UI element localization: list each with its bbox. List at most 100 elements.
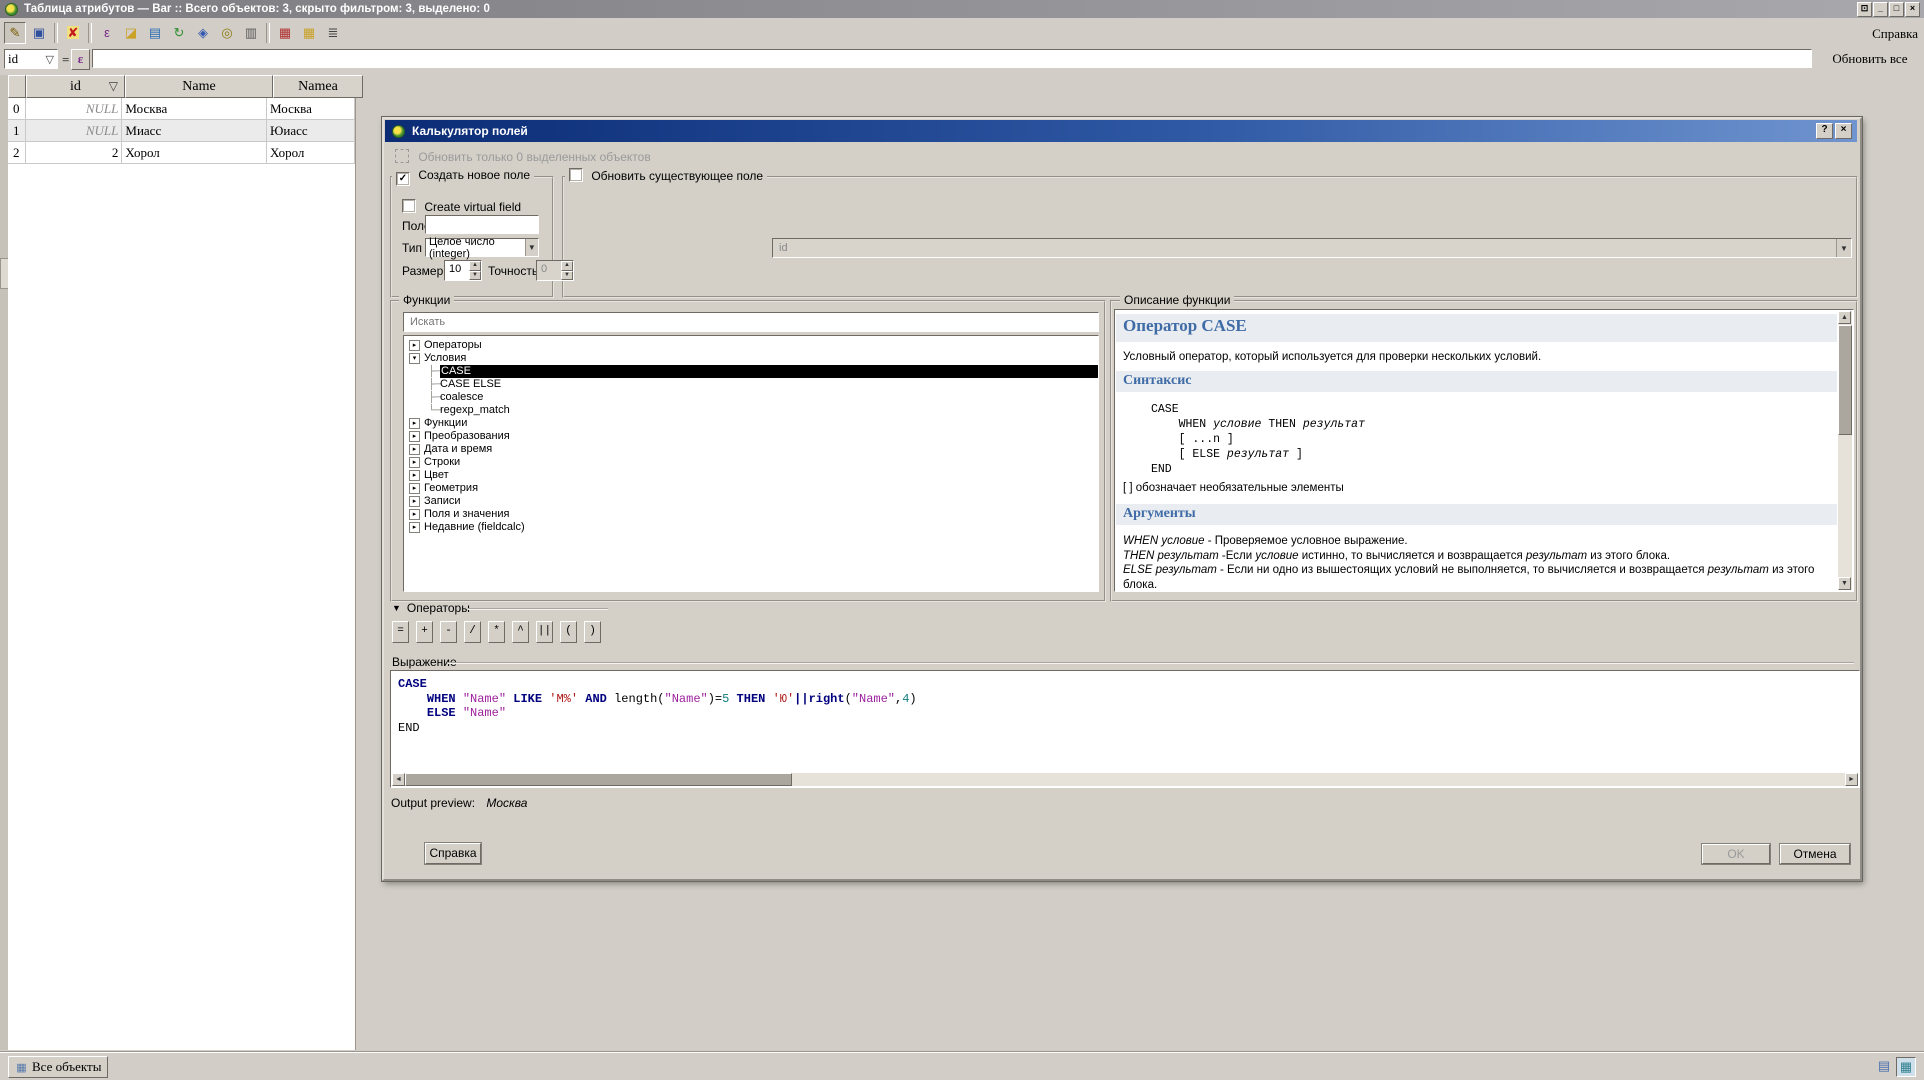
cell[interactable]: 0 (8, 98, 26, 120)
operator-button-/[interactable]: / (464, 621, 481, 643)
expand-icon[interactable]: ▸ (409, 340, 420, 351)
tree-item-функции[interactable]: ▸Функции (404, 417, 1098, 430)
cell[interactable]: Юиасс (267, 120, 355, 142)
cell[interactable]: Хорол (122, 142, 267, 164)
operator-button--[interactable]: - (440, 621, 457, 643)
minimize-window-button[interactable]: _ (1873, 2, 1888, 17)
operator-button-*[interactable]: * (488, 621, 505, 643)
scroll-up-icon[interactable]: ▲ (1838, 311, 1851, 324)
scroll-left-icon[interactable]: ◄ (392, 773, 405, 786)
expand-icon[interactable]: ▸ (409, 522, 420, 533)
expression-filter-button[interactable]: ε (71, 49, 90, 70)
select-by-expression-button[interactable]: ε (96, 22, 118, 44)
create-virtual-field-checkbox[interactable]: Create virtual field (402, 199, 521, 214)
function-search-input[interactable] (403, 312, 1099, 332)
filter-column-combo[interactable]: id ▽ (4, 49, 58, 69)
new-column-button[interactable]: ▦ (298, 22, 320, 44)
collapse-icon[interactable]: ▾ (409, 353, 420, 364)
dialog-help-icon[interactable]: ? (1816, 123, 1833, 139)
operator-button-||[interactable]: || (536, 621, 553, 643)
expression-editor[interactable]: CASE WHEN "Name" LIKE 'М%' AND length("N… (390, 670, 1860, 788)
spin-up-icon[interactable]: ▲ (469, 261, 481, 271)
form-view-icon[interactable]: ▤ (1875, 1057, 1893, 1075)
tree-item-case-else[interactable]: ├─CASE ELSE (404, 378, 1098, 391)
column-header-id[interactable]: id▽ (26, 75, 125, 98)
field-size-spinner[interactable]: 10 ▲▼ (444, 260, 482, 281)
operator-button-^[interactable]: ^ (512, 621, 529, 643)
invert-selection-button[interactable]: ↻ (168, 22, 190, 44)
help-menu[interactable]: Справка (1872, 26, 1918, 42)
expand-icon[interactable]: ▸ (409, 457, 420, 468)
table-row[interactable]: 1NULLМиассЮиасс (8, 120, 355, 142)
cell[interactable]: NULL (26, 120, 123, 142)
create-new-field-checkbox[interactable]: ✓ Создать новое поле (392, 168, 534, 186)
table-row[interactable]: 22ХоролХорол (8, 142, 355, 164)
expand-icon[interactable]: ▸ (409, 418, 420, 429)
tree-item-строки[interactable]: ▸Строки (404, 456, 1098, 469)
spin-down-icon[interactable]: ▼ (469, 271, 481, 281)
scrollbar-thumb[interactable] (1838, 325, 1852, 435)
move-selection-to-top-button[interactable]: ▤ (144, 22, 166, 44)
field-calculator-button[interactable]: ≣ (322, 22, 344, 44)
cell[interactable]: 2 (26, 142, 123, 164)
field-name-input[interactable] (425, 215, 539, 234)
expand-icon[interactable]: ▸ (409, 444, 420, 455)
scroll-down-icon[interactable]: ▼ (1838, 577, 1851, 590)
cell[interactable]: Хорол (267, 142, 355, 164)
cell[interactable]: NULL (26, 98, 123, 120)
zoom-to-selected-button[interactable]: ◎ (216, 22, 238, 44)
expand-icon[interactable]: ▸ (409, 431, 420, 442)
operator-button-)[interactable]: ) (584, 621, 601, 643)
cancel-button[interactable]: Отмена (1780, 844, 1850, 864)
maximize-window-button[interactable]: □ (1889, 2, 1904, 17)
filter-sort-icon[interactable]: ▽ (46, 53, 54, 66)
column-header-rownum[interactable] (8, 75, 26, 98)
cell[interactable]: Москва (122, 98, 267, 120)
close-window-button[interactable]: × (1905, 2, 1920, 17)
operator-button-=[interactable]: = (392, 621, 409, 643)
dock-window-button[interactable]: ⊡ (1857, 2, 1872, 17)
pan-to-selected-button[interactable]: ◈ (192, 22, 214, 44)
save-edits-button[interactable]: ▣ (28, 22, 50, 44)
operator-button-([interactable]: ( (560, 621, 577, 643)
delete-column-button[interactable]: ▦ (274, 22, 296, 44)
tree-item-условия[interactable]: ▾Условия (404, 352, 1098, 365)
expand-icon[interactable]: ▸ (409, 509, 420, 520)
copy-selected-rows-button[interactable]: ▥ (240, 22, 262, 44)
show-all-features-button[interactable]: ▦ Все объекты (8, 1056, 108, 1078)
tree-item-операторы[interactable]: ▸Операторы (404, 339, 1098, 352)
expand-icon[interactable]: ▸ (409, 483, 420, 494)
refresh-all-button[interactable]: Обновить все (1820, 48, 1920, 69)
tree-item-записи[interactable]: ▸Записи (404, 495, 1098, 508)
expression-hscrollbar[interactable]: ◄ ► (392, 773, 1858, 786)
toggle-editing-button[interactable]: ✎ (4, 22, 26, 44)
column-header-Name[interactable]: Name (125, 75, 273, 98)
update-existing-checkbox[interactable]: Обновить существующее поле (565, 168, 767, 183)
delete-selected-button[interactable]: ✘ (62, 22, 84, 44)
description-scrollbar[interactable]: ▲ ▼ (1838, 311, 1852, 590)
cell[interactable]: 2 (8, 142, 26, 164)
operators-section-header[interactable]: ▼ Операторы (392, 601, 470, 615)
table-view-icon[interactable]: ▦ (1896, 1057, 1916, 1077)
tree-item-case[interactable]: ├─CASE (404, 365, 1098, 378)
field-type-combo[interactable]: Целое число (integer) ▼ (425, 238, 539, 257)
tree-item-coalesce[interactable]: ├─coalesce (404, 391, 1098, 404)
help-button[interactable]: Справка (425, 843, 481, 864)
cell[interactable]: 1 (8, 120, 26, 142)
tree-item-цвет[interactable]: ▸Цвет (404, 469, 1098, 482)
dialog-close-icon[interactable]: × (1835, 123, 1852, 139)
tree-item-дата-и-время[interactable]: ▸Дата и время (404, 443, 1098, 456)
tree-item-недавние-fieldcalc-[interactable]: ▸Недавние (fieldcalc) (404, 521, 1098, 534)
tree-item-преобразования[interactable]: ▸Преобразования (404, 430, 1098, 443)
table-vertical-scrollbar[interactable] (0, 75, 8, 1050)
column-header-Namea[interactable]: Namea (273, 75, 363, 98)
cell[interactable]: Москва (267, 98, 355, 120)
cell[interactable]: Миасс (122, 120, 267, 142)
deselect-all-button[interactable]: ◪ (120, 22, 142, 44)
operator-button-+[interactable]: + (416, 621, 433, 643)
expand-icon[interactable]: ▸ (409, 470, 420, 481)
scroll-right-icon[interactable]: ► (1845, 773, 1858, 786)
tree-item-поля-и-значения[interactable]: ▸Поля и значения (404, 508, 1098, 521)
tree-item-геометрия[interactable]: ▸Геометрия (404, 482, 1098, 495)
expand-icon[interactable]: ▸ (409, 496, 420, 507)
